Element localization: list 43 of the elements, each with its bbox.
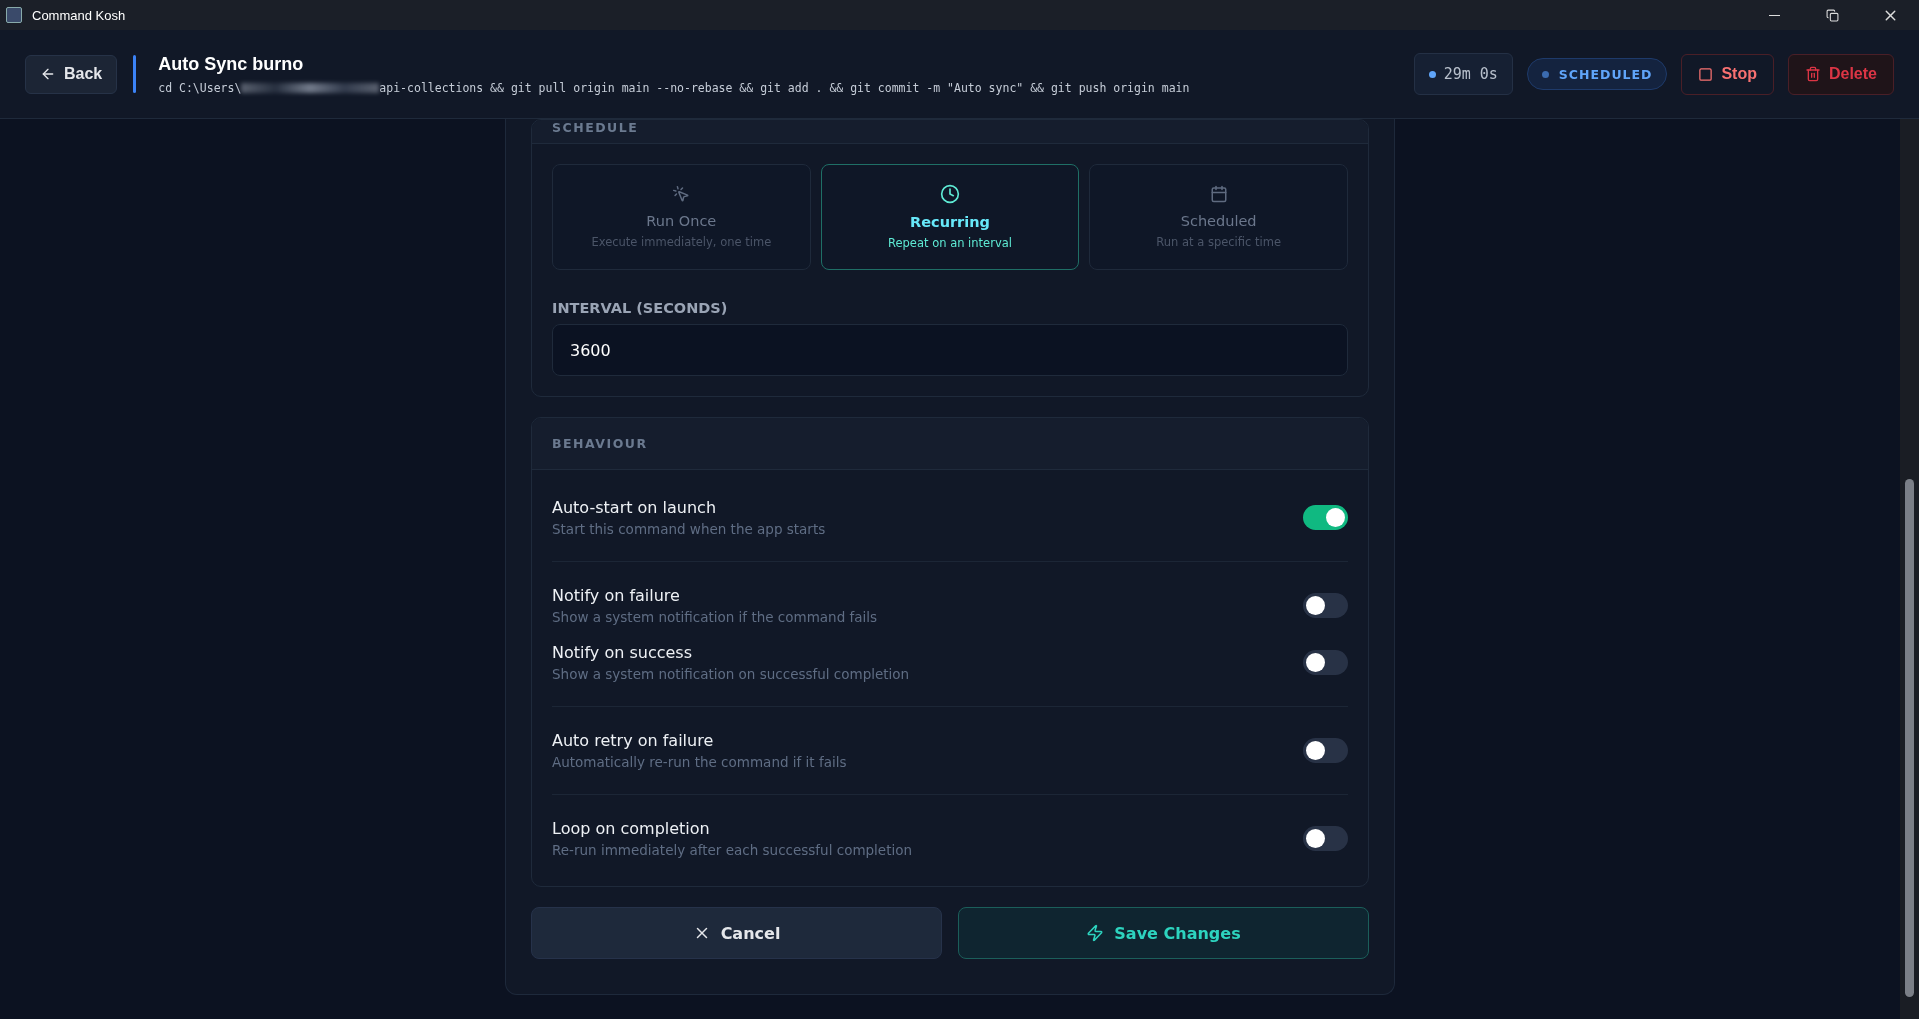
- minimize-icon: [1768, 14, 1780, 16]
- stop-button[interactable]: Stop: [1681, 53, 1774, 95]
- setting-description: Start this command when the app starts: [552, 521, 826, 537]
- setting-description: Re-run immediately after each successful completion: [552, 842, 913, 858]
- command-text: api-collections && git pull origin main --no-rebase && git add . && git commit -m "Auto sync" && git push origin main: [379, 80, 1190, 95]
- mode-option[interactable]: Scheduled Run at a specific time: [1089, 164, 1348, 270]
- calendar-icon: [1209, 185, 1228, 203]
- clock-icon: [940, 184, 960, 204]
- setting-title: Notify on success: [552, 643, 693, 662]
- toggle-switch[interactable]: [1303, 826, 1348, 851]
- mode-option[interactable]: Run Once Execute immediately, one time: [552, 164, 811, 270]
- command-text: cd C:\Users\: [158, 80, 242, 95]
- toggle-switch[interactable]: [1303, 593, 1348, 618]
- cursor-click-icon: [672, 185, 691, 203]
- save-button[interactable]: Save Changes: [958, 907, 1369, 959]
- toggle-switch[interactable]: [1303, 505, 1348, 530]
- interval-input[interactable]: 3600: [552, 324, 1348, 376]
- mode-option[interactable]: Recurring Repeat on an interval: [820, 164, 1080, 270]
- cancel-button[interactable]: Cancel: [531, 907, 942, 959]
- setting-description: Show a system notification if the command fails: [552, 609, 878, 625]
- setting-title: Loop on completion: [552, 819, 711, 838]
- elapsed-timer: 29m 0s: [1413, 53, 1513, 95]
- command-title: Auto Sync burno: [158, 53, 305, 75]
- setting-title: Auto retry on failure: [552, 731, 715, 750]
- setting-description: Automatically re-run the command if it fails: [552, 754, 847, 770]
- restore-icon: [1825, 8, 1839, 22]
- delete-button[interactable]: Delete: [1787, 53, 1894, 95]
- field-label: INTERVAL (SECONDS): [552, 300, 729, 316]
- setting-description: Show a system notification on successful completion: [552, 666, 910, 682]
- trash-icon: [1804, 66, 1821, 82]
- back-button[interactable]: Back: [25, 54, 118, 94]
- status-badge: SCHEDULED: [1526, 58, 1668, 90]
- app-icon: [6, 7, 22, 23]
- toggle-switch[interactable]: [1303, 738, 1348, 763]
- section-heading: SCHEDULE: [532, 120, 1368, 144]
- scrollbar[interactable]: [1900, 119, 1919, 1019]
- square-icon: [1698, 66, 1714, 82]
- lightning-icon: [1086, 924, 1105, 942]
- window-title: Command Kosh: [32, 7, 126, 23]
- section-heading: BEHAVIOUR: [532, 418, 1368, 470]
- setting-title: Auto-start on launch: [552, 498, 718, 517]
- toggle-switch[interactable]: [1303, 650, 1348, 675]
- setting-title: Notify on failure: [552, 586, 681, 605]
